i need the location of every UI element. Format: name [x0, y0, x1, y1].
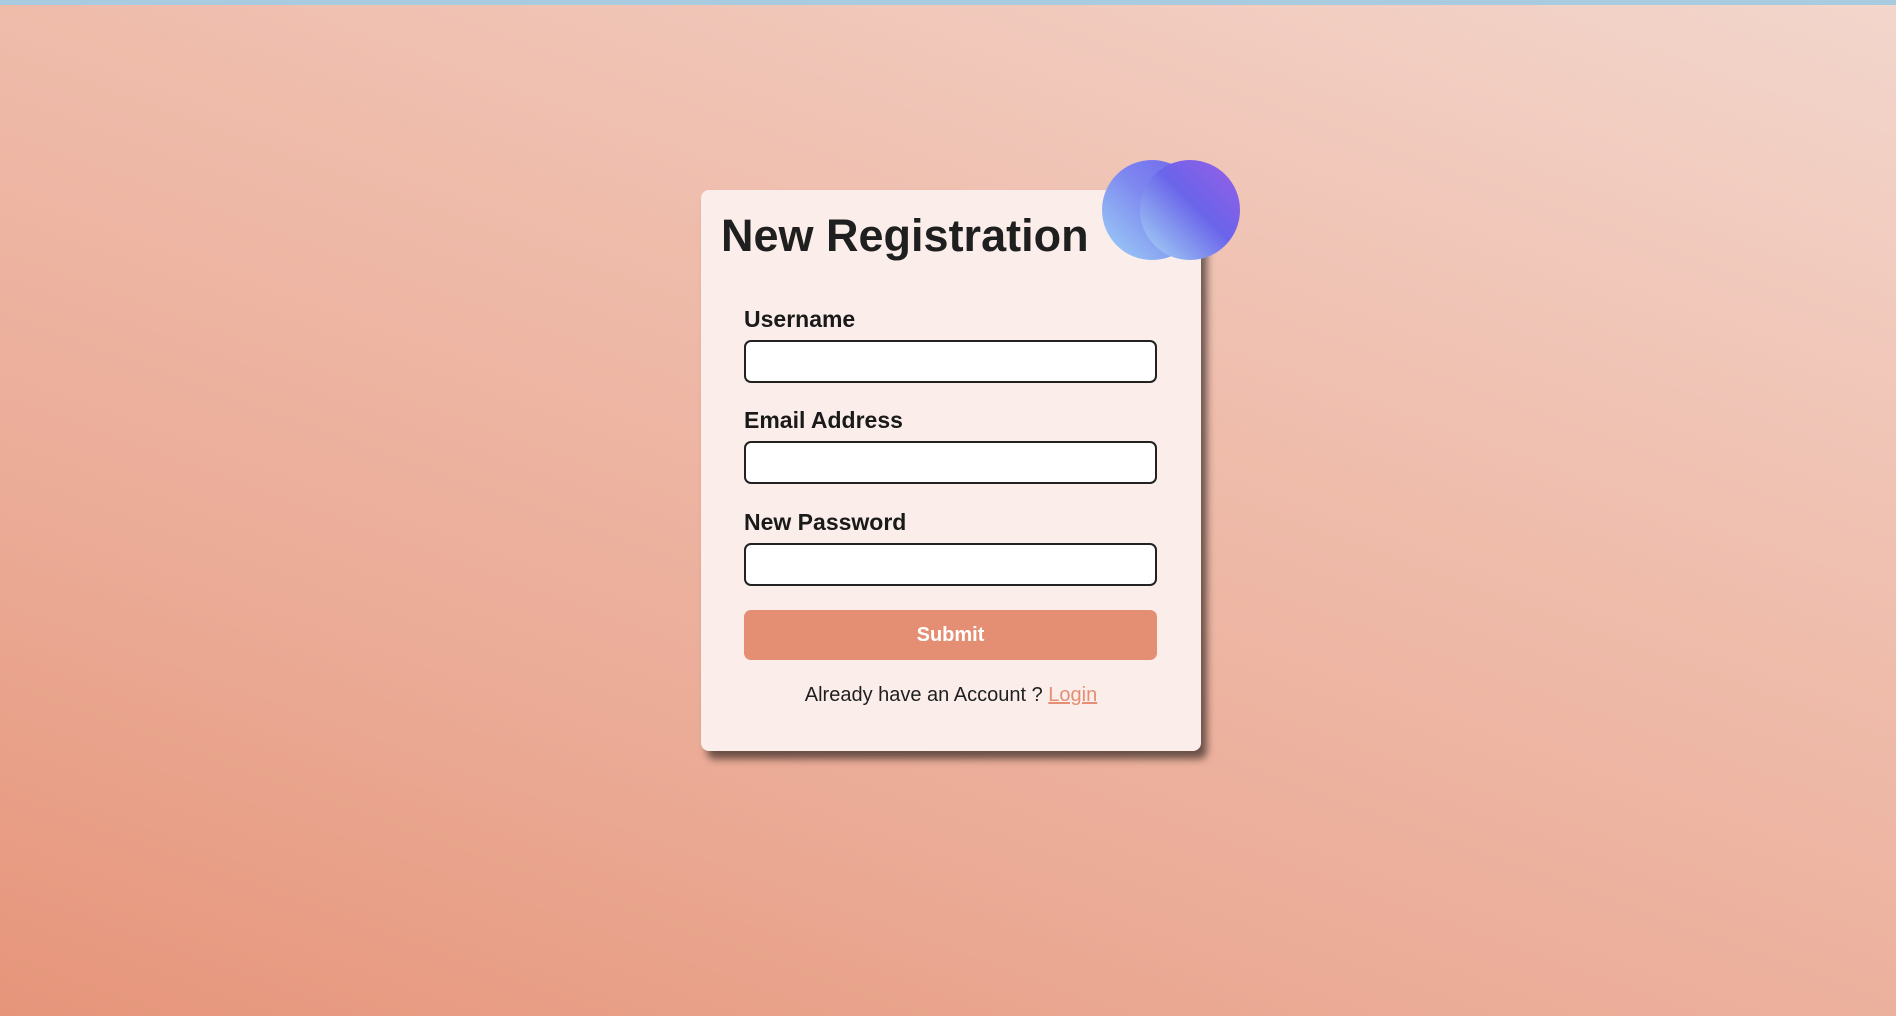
registration-card: New Registration Username Email Address … — [701, 190, 1201, 751]
login-prompt-text: Already have an Account ? — [804, 684, 1043, 706]
top-edge-strip — [0, 0, 1896, 5]
password-label: New Password — [744, 509, 907, 535]
login-link[interactable]: Login — [1048, 684, 1097, 706]
email-input[interactable] — [744, 441, 1157, 484]
password-input[interactable] — [744, 543, 1157, 586]
username-input[interactable] — [744, 340, 1157, 383]
page-title: New Registration — [721, 210, 1089, 261]
decorative-circle-right — [1140, 160, 1240, 260]
login-prompt: Already have an Account ? Login — [701, 684, 1201, 707]
email-label: Email Address — [744, 407, 903, 433]
username-label: Username — [744, 306, 856, 332]
submit-button[interactable]: Submit — [744, 610, 1157, 660]
